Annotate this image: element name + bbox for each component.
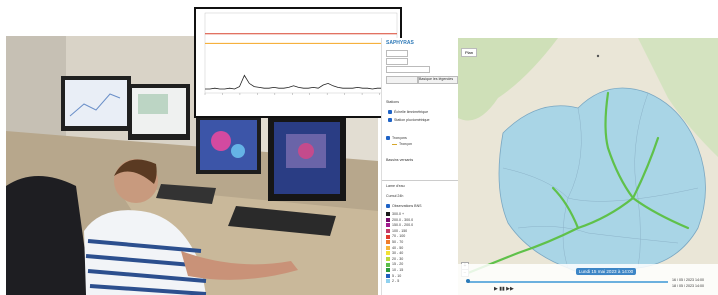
watersheds-label: Bassins versants [386, 158, 414, 162]
legend-row: 50 - 70 [386, 240, 403, 245]
troncon-swatch [392, 144, 397, 145]
observations-checkbox[interactable] [386, 204, 390, 208]
legend-swatch [386, 229, 390, 234]
legend-swatch [386, 257, 390, 262]
legend-label: 20 - 30 [392, 256, 404, 261]
legend-row: 30 - 40 [386, 251, 403, 256]
tab-legends[interactable]: Basique les légendes [418, 76, 458, 84]
map-style-button[interactable]: Plan [461, 48, 478, 57]
legend-label: 200.0 - 300.0 [392, 217, 414, 222]
section-lame: Lame d'eau [386, 184, 405, 188]
legend-label: 2 - 5 [392, 279, 400, 284]
legend-swatch [386, 251, 390, 256]
search-input[interactable] [386, 66, 430, 73]
section-troncons: Tronçons [392, 136, 407, 140]
legend-row: 10 - 15 [386, 268, 403, 273]
legend-label: 70 - 100 [392, 234, 406, 239]
brand-title: SAPHYRAS [386, 40, 414, 46]
legend-label: 30 - 40 [392, 251, 404, 256]
time-right-2: 18 / 05 / 2023 14:00 [672, 284, 704, 288]
legend-row: 150.0 - 200.0 [386, 223, 413, 228]
legend-swatch [386, 217, 390, 222]
legend-label: 100 - 150 [392, 228, 408, 233]
legend-label: 10 - 15 [392, 268, 404, 273]
legend-swatch [386, 273, 390, 278]
legend-swatch [386, 268, 390, 273]
plot-area [204, 12, 398, 94]
legend-row: 20 - 30 [386, 257, 403, 262]
legend-label: 50 - 70 [392, 240, 404, 245]
divider [382, 180, 458, 181]
map-graphic [458, 38, 718, 295]
playback-controls[interactable]: ▶ ▮▮ ▶▶ [494, 286, 514, 292]
legend-row: 40 - 50 [386, 246, 403, 251]
legend-label: 300.0 + [392, 212, 405, 217]
legend-label: 5 - 10 [392, 273, 402, 278]
legend-swatch [386, 240, 390, 245]
layer-2-checkbox[interactable] [388, 118, 392, 122]
legend-row: 100 - 150 [386, 229, 407, 234]
legend-row: 15 - 20 [386, 262, 403, 267]
web-map-app: SAPHYRAS Basique les légendes Stations É… [381, 38, 718, 295]
timeline-track[interactable] [468, 281, 668, 283]
legend-row: 300.0 + [386, 212, 404, 217]
map-view[interactable]: Plan + − Lundi 15 mai 2023 à 14:00 ▶ ▮▮ … [458, 38, 718, 295]
troncons-checkbox[interactable] [386, 136, 390, 140]
tab-a[interactable] [386, 76, 418, 84]
legend-label: 15 - 20 [392, 262, 404, 267]
sidebar: SAPHYRAS Basique les légendes Stations É… [382, 38, 459, 295]
sidebar-field-2[interactable] [386, 58, 408, 65]
legend-swatch [386, 262, 390, 267]
timeline-date-button[interactable]: Lundi 15 mai 2023 à 14:00 [576, 268, 636, 275]
layer-2-label: Station pluviométrique [394, 118, 430, 122]
legend-swatch [386, 279, 390, 284]
legend-label: 150.0 - 200.0 [392, 223, 414, 228]
legend-swatch [386, 223, 390, 228]
section-cumul: Cumul 24h [386, 194, 404, 198]
chart-canvas [204, 12, 398, 95]
legend-row: 200.0 - 300.0 [386, 218, 413, 223]
timeline-handle[interactable] [466, 279, 470, 283]
legend-row: 5 - 10 [386, 274, 401, 279]
legend-label: 40 - 50 [392, 245, 404, 250]
legend-row: 2 - 5 [386, 279, 399, 284]
legend-swatch [386, 245, 390, 250]
layer-1-label: Échelle limnimétrique [394, 110, 429, 114]
legend-swatch [386, 234, 390, 239]
legend-row: 70 - 100 [386, 234, 405, 239]
water-level-chart [194, 7, 402, 118]
legend-swatch [386, 212, 390, 217]
section-stations: Stations [386, 100, 399, 104]
section-observations: Observations BNS [392, 204, 422, 208]
sidebar-field-1[interactable] [386, 50, 408, 57]
time-right-1: 16 / 05 / 2023 14:00 [672, 278, 704, 282]
layer-1-checkbox[interactable] [388, 110, 392, 114]
troncon-label: Tronçon [399, 142, 413, 146]
